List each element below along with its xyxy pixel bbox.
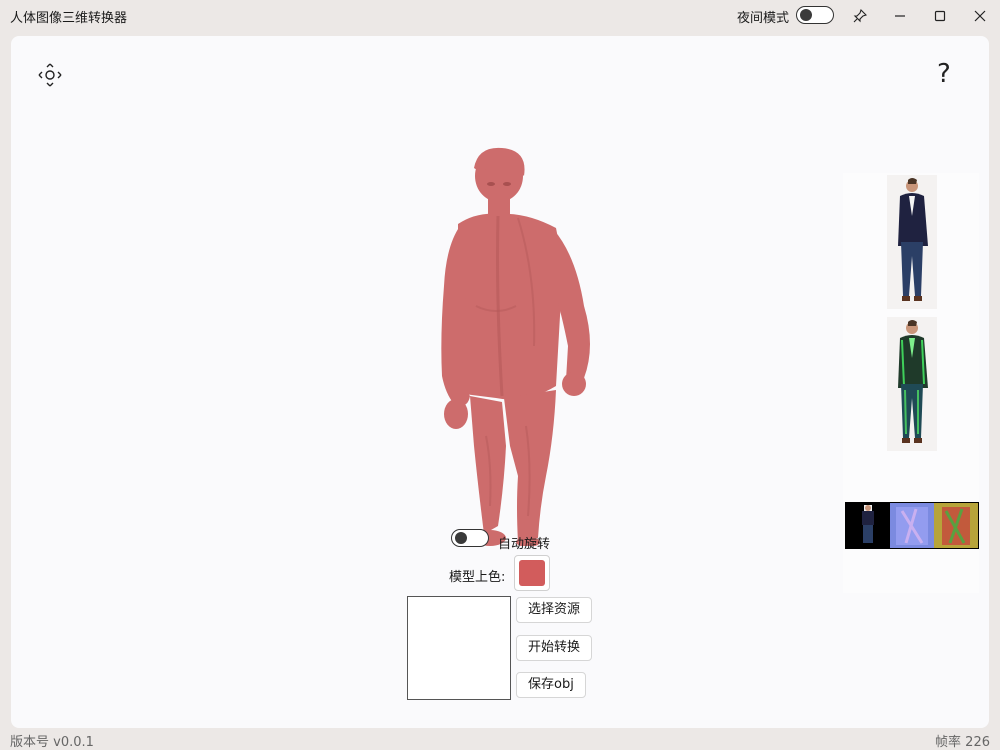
night-mode-label: 夜间模式 — [737, 11, 790, 26]
auto-rotate-label: 自动旋转 — [498, 537, 551, 552]
app-title: 人体图像三维转换器 — [10, 11, 128, 26]
normal-map-strip-image — [846, 503, 978, 548]
person-photo-image — [898, 178, 928, 301]
locate-icon — [38, 63, 62, 87]
pin-icon — [853, 9, 867, 23]
input-preview-box — [407, 596, 511, 700]
toggle-knob — [800, 9, 812, 21]
version-label: 版本号 v0.0.1 — [10, 735, 94, 750]
reset-view-button[interactable] — [37, 62, 63, 88]
close-icon — [974, 10, 986, 22]
thumbnail-list — [843, 173, 979, 593]
help-button[interactable]: ? — [937, 60, 951, 88]
thumbnail-original[interactable] — [887, 175, 937, 309]
main-panel: ? 自动旋转 模型上色: 选择资源 开始转换 保存obj — [11, 36, 989, 728]
thumbnail-segmented[interactable] — [887, 317, 937, 451]
minimize-icon — [895, 15, 905, 17]
segmented-photo-image — [898, 320, 928, 443]
model-color-picker[interactable] — [514, 555, 550, 591]
title-bar: 人体图像三维转换器 夜间模式 — [0, 0, 1000, 32]
fps-label: 帧率 226 — [935, 735, 990, 750]
save-obj-button[interactable]: 保存obj — [516, 672, 586, 698]
close-button[interactable] — [960, 0, 1000, 32]
maximize-icon — [934, 10, 946, 22]
minimize-button[interactable] — [880, 0, 920, 32]
maximize-button[interactable] — [920, 0, 960, 32]
select-resource-button[interactable]: 选择资源 — [516, 597, 593, 623]
night-mode-toggle[interactable] — [796, 6, 834, 24]
model-viewport[interactable] — [406, 146, 606, 547]
pin-button[interactable] — [840, 0, 880, 32]
start-convert-button[interactable]: 开始转换 — [516, 635, 593, 661]
model-color-label: 模型上色: — [449, 570, 506, 585]
human-model — [441, 147, 590, 547]
color-swatch — [519, 560, 545, 586]
auto-rotate-toggle[interactable] — [451, 529, 489, 547]
thumbnail-normal-maps[interactable] — [845, 502, 979, 549]
toggle-knob — [455, 532, 467, 544]
